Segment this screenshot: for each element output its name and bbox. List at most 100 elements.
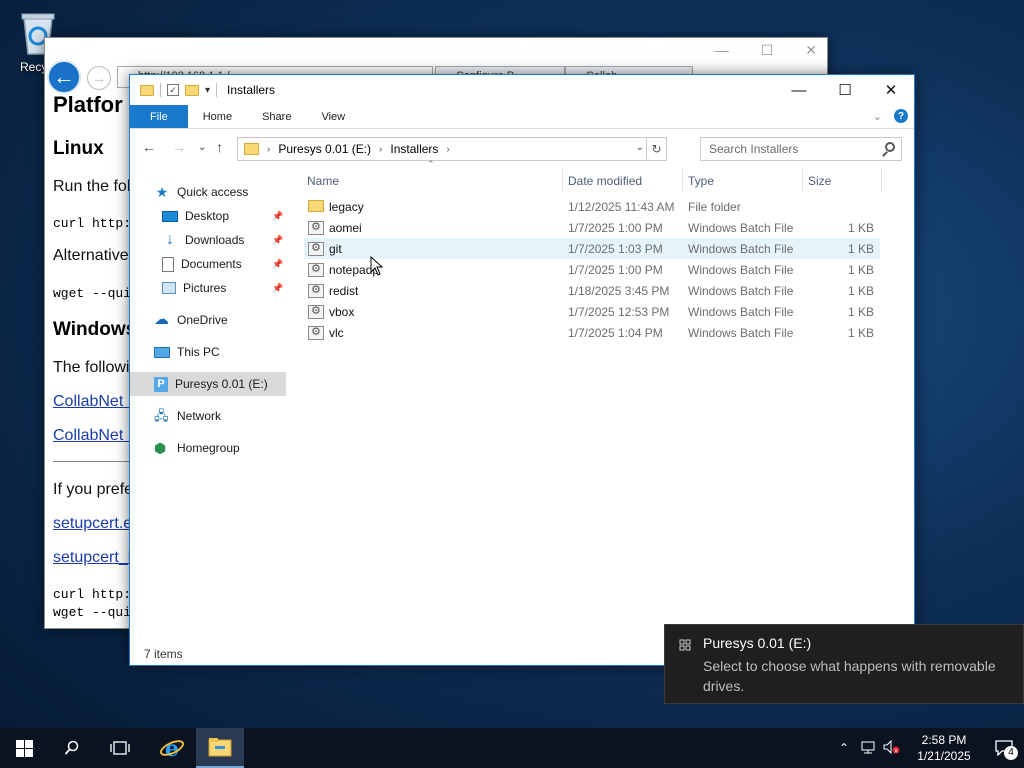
sidebar-item-pictures[interactable]: Pictures [162,276,226,300]
sidebar-item-homegroup[interactable]: ⬢ Homegroup [154,436,240,460]
new-folder-icon[interactable] [185,84,199,96]
address-dropdown-icon[interactable]: ⌄ [636,142,644,153]
column-header-date[interactable]: Date modified [568,169,642,193]
action-center-button[interactable]: 4 [984,728,1024,768]
minimize-button[interactable]: — [776,75,822,105]
sidebar-item-label: Quick access [177,185,249,199]
star-icon: ★ [155,184,169,200]
maximize-button[interactable]: ☐ [822,75,868,105]
browser-maximize-icon[interactable]: ☐ [761,42,774,59]
file-type: Windows Batch File [688,284,794,298]
sidebar-item-documents[interactable]: Documents [162,252,242,276]
refresh-icon[interactable]: ↻ [646,138,666,160]
sidebar-item-label: Desktop [185,209,230,223]
clock-time: 2:58 PM [921,733,967,747]
file-row[interactable]: redist 1/18/2025 3:45 PM Windows Batch Fil… [304,280,880,301]
file-date-modified: 1/12/2025 11:43 AM [568,200,675,214]
file-row[interactable]: legacy 1/12/2025 11:43 AM File folder [304,196,880,217]
back-arrow-icon[interactable]: ← [142,139,156,155]
sidebar-item-quick-access[interactable]: ★ Quick access [154,180,249,204]
expand-ribbon-icon[interactable]: ⌄ [873,110,882,123]
chevron-right-icon[interactable]: › [267,144,270,155]
sidebar-item-network[interactable]: 🖧 Network [154,404,221,428]
sidebar-item-drive[interactable]: P Puresys 0.01 (E:) [130,372,286,396]
breadcrumb-drive[interactable]: Puresys 0.01 (E:) [278,142,371,156]
autoplay-notification[interactable]: Puresys 0.01 (E:) Select to choose what … [664,624,1024,704]
pin-icon[interactable]: 📌 [272,211,283,222]
search-button[interactable] [48,728,96,768]
show-hidden-icons-chevron-icon[interactable]: ⌃ [832,741,856,755]
task-view-button[interactable] [96,728,144,768]
collabnet-link-2[interactable]: CollabNet I [53,427,132,445]
wget-command-2: wget --qui [53,605,132,620]
search-icon[interactable] [885,142,895,152]
navigation-pane: ★ Quick access Desktop 📌 ↓ Downloads 📌 D… [130,175,290,645]
sidebar-item-label: Homegroup [177,441,240,455]
sidebar-item-onedrive[interactable]: ☁ OneDrive [154,308,228,332]
prefer-text: If you prefe [53,481,134,498]
file-name: redist [329,284,359,298]
start-button[interactable] [0,728,48,768]
file-row[interactable]: aomei 1/7/2025 1:00 PM Windows Batch File 1… [304,217,880,238]
customize-toolbar-icon[interactable]: ▾ [205,85,210,96]
file-row[interactable]: vlc 1/7/2025 1:04 PM Windows Batch File 1 K… [304,322,880,343]
tab-view[interactable]: View [306,105,360,128]
explorer-titlebar[interactable]: ✓ ▾ Installers — ☐ ✕ [130,75,914,105]
volume-muted-icon[interactable]: x [880,739,904,757]
up-arrow-icon[interactable]: ↑ [216,139,223,155]
file-size: 1 KB [847,263,874,277]
recent-locations-icon[interactable]: ⌄ [198,142,206,153]
chevron-right-icon[interactable]: › [379,144,382,155]
column-header-size[interactable]: Size [808,169,831,193]
pin-icon[interactable]: 📌 [272,259,283,270]
file-date-modified: 1/7/2025 12:53 PM [568,305,670,319]
sidebar-item-this-pc[interactable]: This PC [154,340,220,364]
file-size: 1 KB [847,242,874,256]
file-name: aomei [329,221,362,235]
pin-icon[interactable]: 📌 [272,235,283,246]
search-input[interactable]: Search Installers [700,137,902,161]
column-header-name[interactable]: Name [307,169,339,193]
help-icon[interactable]: ? [894,109,908,123]
tab-home[interactable]: Home [188,105,247,128]
file-row[interactable]: notepadp1/7/2025 1:00 PMWindows Batch Fi… [304,259,880,280]
search-placeholder: Search Installers [709,142,799,156]
internet-explorer-taskbar-button[interactable]: e [148,728,196,768]
system-tray: ⌃ x 2:58 PM 1/21/2025 4 [832,728,1024,768]
column-header-type[interactable]: Type [688,169,714,193]
file-row[interactable]: git 1/7/2025 1:03 PM Windows Batch File 1 K… [304,238,880,259]
tab-file[interactable]: File [130,105,188,128]
sidebar-item-label: OneDrive [177,313,228,327]
close-button[interactable]: ✕ [868,75,914,105]
sidebar-item-downloads[interactable]: ↓ Downloads [162,228,244,252]
tab-share[interactable]: Share [247,105,306,128]
clock[interactable]: 2:58 PM 1/21/2025 [904,732,984,764]
browser-minimize-icon[interactable]: — [715,42,729,59]
file-explorer-taskbar-button[interactable] [196,728,244,768]
file-size: 1 KB [847,221,874,235]
browser-forward-button[interactable]: → [87,66,111,90]
browser-close-icon[interactable]: ✕ [805,42,817,59]
breadcrumb-installers[interactable]: Installers [390,142,438,156]
chevron-right-icon[interactable]: › [446,144,449,155]
address-bar[interactable]: › Puresys 0.01 (E:) › Installers › ⌄ ↻ [237,137,667,161]
batch-file-icon [308,304,324,319]
file-type: Windows Batch File [688,305,794,319]
pictures-icon [162,282,176,294]
setupcert-link-1[interactable]: setupcert.e [53,515,132,533]
collabnet-link-1[interactable]: CollabNet I [53,393,132,411]
folder-icon [244,143,259,155]
network-status-icon[interactable] [856,740,880,757]
setupcert-link-2[interactable]: setupcert_l [53,549,131,567]
sidebar-item-desktop[interactable]: Desktop [162,204,229,228]
pin-icon[interactable]: 📌 [272,283,283,294]
computer-icon [154,346,170,358]
forward-arrow-icon[interactable]: → [172,139,186,155]
file-explorer-window[interactable]: ✓ ▾ Installers — ☐ ✕ File Home Share Vie… [129,74,915,666]
windows-text: The followi [53,359,130,376]
browser-back-button[interactable]: ← [47,60,81,94]
clock-date: 1/21/2025 [917,749,971,763]
file-row[interactable]: vbox 1/7/2025 12:53 PM Windows Batch File 1… [304,301,880,322]
properties-icon[interactable]: ✓ [167,84,179,96]
linux-heading: Linux [53,138,104,159]
